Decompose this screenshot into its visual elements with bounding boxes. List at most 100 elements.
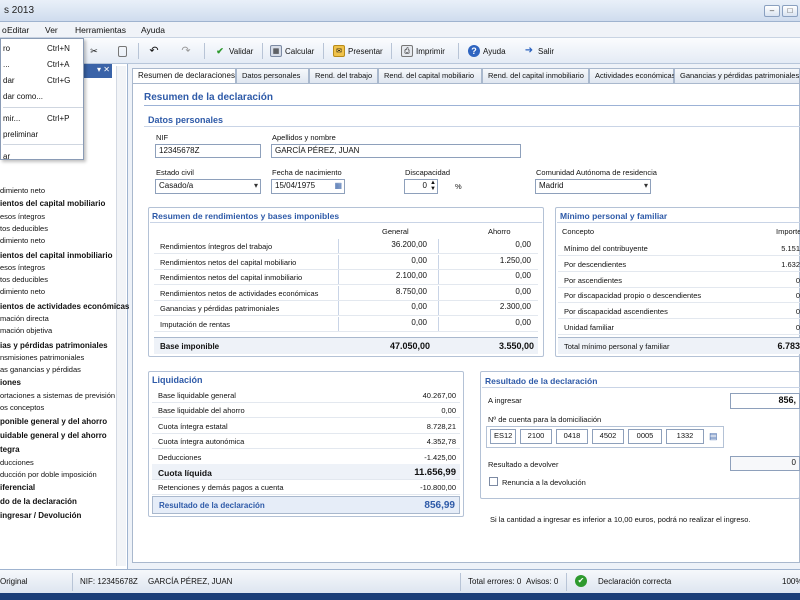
menu-item-label: preliminar	[3, 130, 39, 139]
calcular-button[interactable]: ▦ Calcular	[270, 42, 314, 60]
ahorro-value[interactable]: 0,00	[438, 285, 534, 300]
menu-item-label: ar	[3, 152, 11, 161]
row-value: 1.632	[781, 259, 800, 269]
sidebar-item[interactable]: esos íntegros	[0, 263, 45, 272]
menu-item[interactable]: ar	[1, 150, 85, 164]
ingresar-field[interactable]: 856,	[730, 393, 800, 409]
sidebar-item[interactable]: dimiento neto	[0, 287, 45, 296]
tab-2[interactable]: Rend. del trabajo	[309, 68, 378, 83]
general-value[interactable]: 0,00	[338, 316, 430, 331]
tab-6[interactable]: Ganancias y pérdidas patrimoniales	[674, 68, 800, 83]
general-value[interactable]: 2.100,00	[338, 270, 430, 284]
renuncia-checkbox[interactable]	[489, 477, 498, 486]
base-imponible-label: Base imponible	[160, 342, 220, 351]
menu-ver[interactable]: Ver	[45, 25, 58, 35]
sidebar-item[interactable]: ponible general y del ahorro	[0, 417, 107, 426]
ahorro-value[interactable]: 1.250,00	[438, 254, 534, 269]
undo-button[interactable]: ↶	[148, 42, 160, 60]
sidebar-item[interactable]: ientos del capital mobiliario	[0, 199, 105, 208]
sidebar-item[interactable]: ientos de actividades económicas	[0, 302, 129, 311]
menu-item[interactable]: dar Ctrl+G	[1, 74, 85, 88]
ahorro-value[interactable]: 0,00	[438, 270, 534, 284]
close-icon[interactable]: ▾ ✕	[97, 65, 110, 74]
tab-1[interactable]: Datos personales	[236, 68, 309, 83]
salir-button[interactable]: ➜ Salir	[523, 42, 554, 60]
cuenta-field-1[interactable]: 2100	[520, 429, 552, 444]
civil-select[interactable]: Casado/a	[155, 179, 261, 194]
col-ahorro-header: Ahorro	[488, 227, 511, 236]
ahorro-value[interactable]: 2.300,00	[438, 301, 534, 315]
ahorro-value[interactable]: 0,00	[438, 316, 534, 331]
sidebar-scrollbar[interactable]	[116, 66, 126, 566]
imprimir-button[interactable]: ⎙ Imprimir	[401, 42, 445, 60]
menu-item[interactable]: dar como...	[1, 90, 85, 104]
sidebar-item[interactable]: dimiento neto	[0, 236, 45, 245]
cuenta-field-2[interactable]: 0418	[556, 429, 588, 444]
table-row: Base liquidable del ahorro 0,00	[152, 402, 460, 419]
stepper-arrows-icon[interactable]: ▲ ▼	[430, 180, 436, 192]
bank-lookup-icon[interactable]: ▤	[709, 431, 718, 442]
menu-herramientas[interactable]: Herramientas	[75, 25, 126, 35]
cuenta-field-3[interactable]: 4502	[592, 429, 624, 444]
ayuda-button[interactable]: ? Ayuda	[468, 42, 506, 60]
sidebar-item[interactable]: nsmisiones patrimoniales	[0, 353, 84, 362]
tab-5[interactable]: Actividades económicas	[589, 68, 675, 83]
sidebar-item[interactable]: do de la declaración	[0, 497, 77, 506]
menu-editar[interactable]: Editar	[7, 25, 29, 35]
ccaa-select[interactable]: Madrid	[535, 179, 651, 194]
calendar-icon[interactable]: ▦	[334, 181, 342, 190]
general-value[interactable]: 8.750,00	[338, 285, 430, 300]
sidebar-item[interactable]: ortaciones a sistemas de previsión	[0, 391, 115, 400]
cut-button[interactable]: ✂	[88, 42, 100, 60]
row-label: Ganancias y pérdidas patrimoniales	[160, 304, 280, 313]
redo-button[interactable]: ↷	[180, 42, 192, 60]
maximize-button[interactable]: □	[782, 5, 798, 17]
general-value[interactable]: 0,00	[338, 254, 430, 269]
tab-0[interactable]: Resumen de declaraciones	[132, 68, 236, 84]
sidebar-item[interactable]: esos íntegros	[0, 212, 45, 221]
sidebar-item[interactable]: uidable general y del ahorro	[0, 431, 107, 440]
sidebar-item[interactable]: tegra	[0, 445, 20, 454]
help-icon: ?	[468, 45, 480, 57]
cuenta-field-4[interactable]: 0005	[628, 429, 662, 444]
menu-item-label: dar como...	[3, 92, 44, 101]
general-value[interactable]: 0,00	[338, 301, 430, 315]
devolver-field[interactable]: 0	[730, 456, 800, 471]
sidebar-item[interactable]: ingresar / Devolución	[0, 511, 81, 520]
ahorro-value[interactable]: 0,00	[438, 239, 534, 253]
sidebar-item[interactable]: tos deducibles	[0, 224, 48, 233]
sidebar-item[interactable]: iones	[0, 378, 21, 387]
tab-4[interactable]: Rend. del capital inmobiliario	[482, 68, 589, 83]
name-field[interactable]: GARCÍA PÉREZ, JUAN	[271, 144, 521, 158]
sidebar-item[interactable]: ias y pérdidas patrimoniales	[0, 341, 108, 350]
sidebar-item[interactable]: ducción por doble imposición	[0, 470, 97, 479]
menu-item[interactable]: mir... Ctrl+P	[1, 112, 85, 126]
sidebar-item[interactable]: tos deducibles	[0, 275, 48, 284]
sidebar-item[interactable]: ducciones	[0, 458, 34, 467]
sidebar-item[interactable]: iferencial	[0, 483, 35, 492]
general-value[interactable]: 36.200,00	[338, 239, 430, 253]
tab-3[interactable]: Rend. del capital mobiliario	[378, 68, 482, 83]
nif-field[interactable]: 12345678Z	[155, 144, 261, 158]
minimo-total-row: Total mínimo personal y familiar 6.783	[558, 337, 800, 354]
cuenta-field-5[interactable]: 1332	[666, 429, 704, 444]
sidebar-item[interactable]: os conceptos	[0, 403, 44, 412]
cuenta-field-0[interactable]: ES12	[490, 429, 516, 444]
sidebar-item[interactable]: as ganancias y pérdidas	[0, 365, 81, 374]
menu-item[interactable]: preliminar	[1, 128, 85, 142]
menu-item[interactable]: ro Ctrl+N	[1, 42, 85, 56]
sidebar-item[interactable]: ientos del capital inmobiliario	[0, 251, 112, 260]
sidebar-item[interactable]: dimiento neto	[0, 186, 45, 195]
validar-button[interactable]: ✔ Validar	[214, 42, 253, 60]
minimize-button[interactable]: –	[764, 5, 780, 17]
menu-item[interactable]: ... Ctrl+A	[1, 58, 85, 72]
menu-ayuda[interactable]: Ayuda	[141, 25, 165, 35]
table-row: Rendimientos netos de actividades económ…	[154, 285, 538, 301]
row-label: Deducciones	[158, 452, 202, 462]
presentar-button[interactable]: ✉ Presentar	[333, 42, 383, 60]
sidebar-item[interactable]: mación directa	[0, 314, 49, 323]
birth-field[interactable]: 15/04/1975 ▦	[271, 179, 345, 194]
disc-stepper[interactable]: 0 ▲ ▼	[404, 179, 438, 194]
sidebar-item[interactable]: mación objetiva	[0, 326, 52, 335]
copy-button[interactable]	[118, 42, 127, 60]
